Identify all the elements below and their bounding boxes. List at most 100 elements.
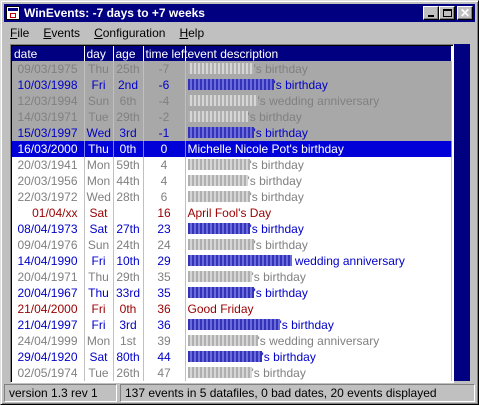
date-cell: 02/05/1974 xyxy=(12,365,85,381)
event-row[interactable]: 21/04/1997 Fri 3rd 36 's birthday xyxy=(12,317,452,333)
app-window: WinEvents: -7 days to +7 weeks ✕ File Ev… xyxy=(0,0,479,405)
event-row[interactable]: 01/04/xx Sat 16 April Fool's Day xyxy=(12,205,452,221)
close-button[interactable]: ✕ xyxy=(457,6,473,20)
age-cell: 44th xyxy=(113,173,144,189)
event-row[interactable]: 16/03/2000 Thu 0th 0 Michelle Nicole Pot's b… xyxy=(12,141,452,157)
date-cell: 20/04/1967 xyxy=(12,285,85,301)
event-row[interactable]: 09/03/1975 Thu 25th -7 's birthday xyxy=(12,61,452,77)
minimize-button[interactable] xyxy=(423,6,439,20)
date-cell: 09/04/1976 xyxy=(12,237,85,253)
description-cell: Michelle Nicole Pot's birthday xyxy=(185,141,452,157)
redacted-name xyxy=(187,191,250,202)
time-left-cell: -1 xyxy=(143,125,186,141)
day-cell: Thu xyxy=(84,61,114,77)
day-cell: Thu xyxy=(84,285,114,301)
col-header-day[interactable]: day xyxy=(84,46,114,61)
redacted-name xyxy=(187,79,274,90)
events-list[interactable]: date day age time left event description… xyxy=(10,44,454,383)
app-calendar-icon[interactable] xyxy=(6,6,20,20)
day-cell: Sat xyxy=(84,349,114,365)
redacted-name xyxy=(187,287,254,298)
maximize-button[interactable] xyxy=(439,6,455,20)
event-row[interactable]: 02/05/1974 Tue 26th 47 's birthday xyxy=(12,365,452,381)
redacted-name xyxy=(187,239,254,250)
redacted-name xyxy=(187,159,250,170)
time-left-cell: 35 xyxy=(143,269,186,285)
time-left-cell: -7 xyxy=(143,61,186,77)
description-text: April Fool's Day xyxy=(187,206,272,220)
event-row[interactable]: 20/03/1956 Mon 44th 4 's birthday xyxy=(12,173,452,189)
description-text: 's birthday xyxy=(279,318,334,332)
time-left-cell: 16 xyxy=(143,205,186,221)
col-header-date[interactable]: date xyxy=(12,46,85,61)
event-row[interactable]: 20/04/1971 Thu 29th 35 's birthday xyxy=(12,269,452,285)
date-cell: 20/04/1971 xyxy=(12,269,85,285)
day-cell: Sat xyxy=(84,221,114,237)
event-row[interactable]: 08/04/1973 Sat 27th 23 's birthday xyxy=(12,221,452,237)
time-left-cell: 24 xyxy=(143,237,186,253)
time-left-cell: 47 xyxy=(143,365,186,381)
time-left-cell: 6 xyxy=(143,189,186,205)
age-cell: 0th xyxy=(113,141,144,157)
redacted-name xyxy=(187,127,254,138)
vertical-scrollbar[interactable] xyxy=(454,44,470,381)
redacted-name xyxy=(187,95,258,106)
event-row[interactable]: 22/03/1972 Wed 28th 6 's birthday xyxy=(12,189,452,205)
time-left-cell: 29 xyxy=(143,253,186,269)
description-cell: 's birthday xyxy=(185,269,452,285)
col-header-description[interactable]: event description xyxy=(185,46,452,61)
date-cell: 08/04/1973 xyxy=(12,221,85,237)
menu-configuration[interactable]: Configuration xyxy=(86,24,171,42)
maximize-icon xyxy=(443,9,452,17)
time-left-cell: 35 xyxy=(143,285,186,301)
description-text: 's birthday xyxy=(261,350,316,364)
date-cell: 20/03/1956 xyxy=(12,173,85,189)
date-cell: 10/03/1998 xyxy=(12,77,85,93)
col-header-time-left[interactable]: time left xyxy=(143,46,188,61)
event-row[interactable]: 24/04/1999 Mon 1st 39 's wedding anniversary xyxy=(12,333,452,349)
event-row[interactable]: 20/03/1941 Mon 59th 4 's birthday xyxy=(12,157,452,173)
event-row[interactable]: 14/04/1990 Fri 10th 29 wedding anniversary xyxy=(12,253,452,269)
date-cell: 12/03/1994 xyxy=(12,93,85,109)
description-text: 's birthday xyxy=(249,190,304,204)
description-text: 's wedding anniversary xyxy=(257,334,380,348)
menu-configuration-label: onfiguration xyxy=(102,26,166,40)
time-left-cell: 44 xyxy=(143,349,186,365)
time-left-cell: -2 xyxy=(143,109,186,125)
description-text: Michelle Nicole Pot's birthday xyxy=(187,142,344,156)
description-cell: 's birthday xyxy=(185,349,452,365)
menu-events-label: vents xyxy=(51,26,81,40)
time-left-cell: 0 xyxy=(143,141,186,157)
event-row[interactable]: 09/04/1976 Sun 24th 24 's birthday xyxy=(12,237,452,253)
event-row[interactable]: 21/04/2000 Fri 0th 36 Good Friday xyxy=(12,301,452,317)
event-row[interactable]: 14/03/1971 Tue 29th -2 's birthday xyxy=(12,109,452,125)
menu-help-accel: H xyxy=(179,26,189,40)
date-cell: 20/03/1941 xyxy=(12,157,85,173)
redacted-name xyxy=(187,271,252,282)
menu-events[interactable]: Events xyxy=(35,24,86,42)
menu-help[interactable]: Help xyxy=(171,24,210,42)
description-text: 's birthday xyxy=(253,286,308,300)
event-row[interactable]: 20/04/1967 Thu 33rd 35 's birthday xyxy=(12,285,452,301)
description-text: 's birthday xyxy=(251,270,306,284)
col-header-age[interactable]: age xyxy=(113,46,144,61)
description-text: 's birthday xyxy=(253,126,308,140)
event-row[interactable]: 29/04/1920 Sat 80th 44 's birthday xyxy=(12,349,452,365)
description-cell: 's birthday xyxy=(185,285,452,301)
date-cell: 24/04/1999 xyxy=(12,333,85,349)
description-cell: 's birthday xyxy=(185,77,452,93)
description-cell: 's birthday xyxy=(185,221,452,237)
title-bar[interactable]: WinEvents: -7 days to +7 weeks ✕ xyxy=(4,4,475,22)
redacted-name xyxy=(187,319,280,330)
description-text: 's birthday xyxy=(247,174,302,188)
description-cell: wedding anniversary xyxy=(185,253,452,269)
description-cell: 's birthday xyxy=(185,365,452,381)
event-row[interactable]: 10/03/1998 Fri 2nd -6 's birthday xyxy=(12,77,452,93)
time-left-cell: 36 xyxy=(143,301,186,317)
event-row[interactable]: 12/03/1994 Sun 6th -4 's wedding anniversary xyxy=(12,93,452,109)
day-cell: Sun xyxy=(84,93,114,109)
menu-file[interactable]: File xyxy=(4,24,35,42)
age-cell: 0th xyxy=(113,301,144,317)
description-text: 's birthday xyxy=(273,78,328,92)
event-row[interactable]: 15/03/1997 Wed 3rd -1 's birthday xyxy=(12,125,452,141)
